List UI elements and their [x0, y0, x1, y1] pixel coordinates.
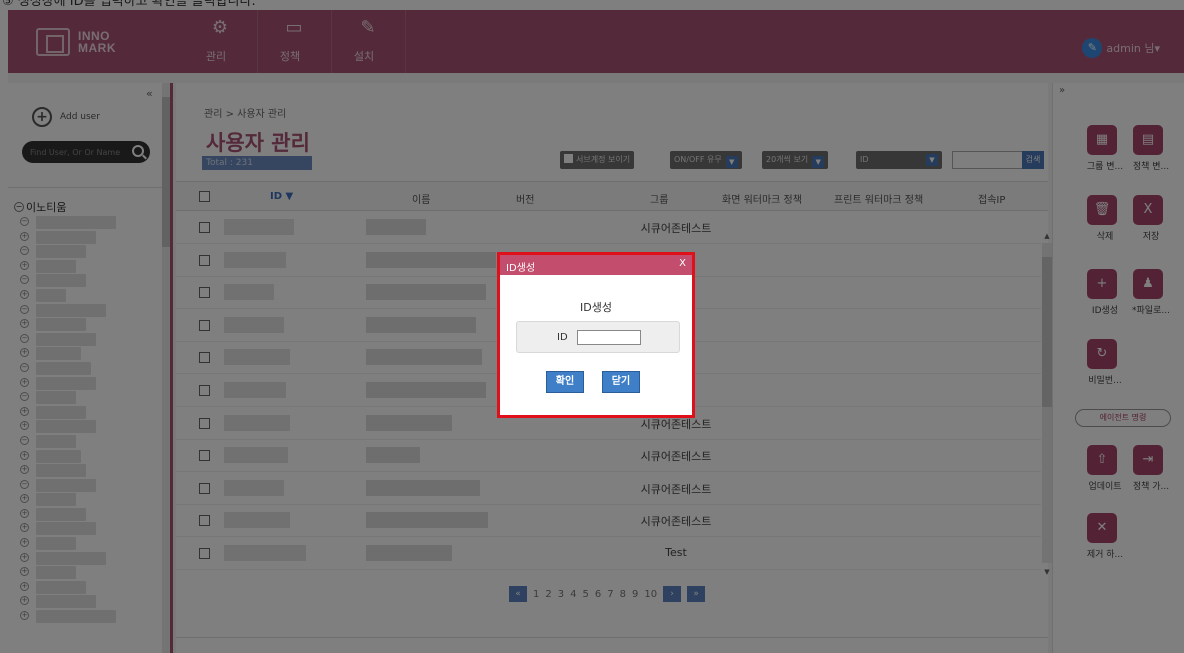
id-field-label: ID	[557, 332, 568, 343]
id-field-group: ID	[516, 321, 680, 353]
confirm-button[interactable]: 확인	[546, 371, 584, 393]
id-input[interactable]	[577, 330, 641, 345]
dialog-heading: ID생성	[580, 301, 612, 314]
close-button[interactable]: 닫기	[602, 371, 640, 393]
dialog-title: ID생성	[506, 263, 536, 274]
create-id-dialog: ID생성 X ID생성 ID 확인 닫기	[497, 252, 695, 418]
backdrop-gap	[0, 0, 1184, 10]
dialog-header: ID생성 X	[500, 255, 692, 275]
close-icon[interactable]: X	[679, 258, 686, 269]
